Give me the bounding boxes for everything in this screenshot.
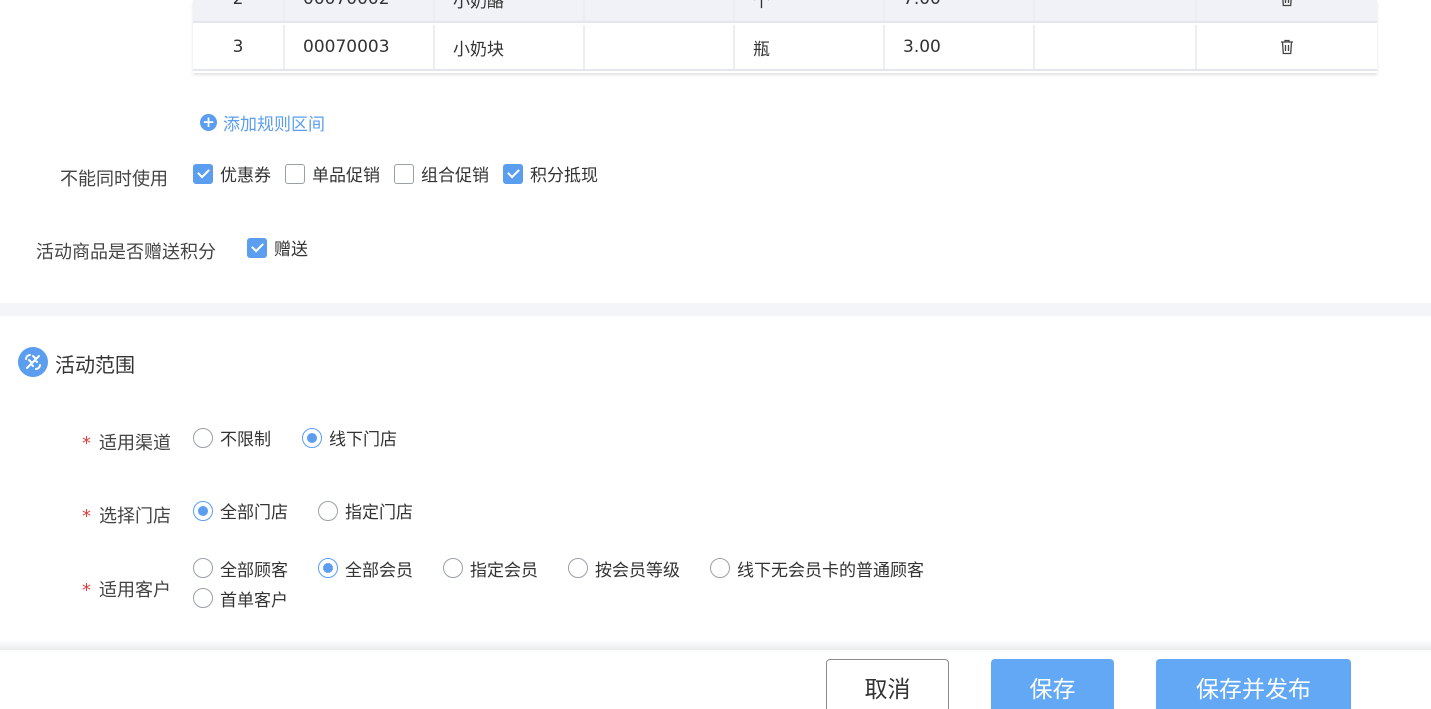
checkbox-points-cash[interactable]: 积分抵现: [503, 161, 598, 186]
radio-label: 按会员等级: [595, 560, 680, 581]
radio-label: 线下门店: [329, 430, 397, 450]
customer-label-text: 适用客户: [99, 580, 171, 601]
radio-specific-store[interactable]: 指定门店: [318, 498, 413, 523]
required-mark: *: [82, 433, 91, 454]
store-label: * 选择门店: [82, 502, 171, 528]
channel-label-text: 适用渠道: [99, 433, 171, 454]
trash-icon: [1282, 0, 1292, 7]
checkbox-label: 单品促销: [312, 166, 380, 186]
delete-row-button[interactable]: [1197, 25, 1377, 69]
radio-offline-non-member[interactable]: 线下无会员卡的普通顾客: [710, 557, 924, 581]
exclusive-checkbox-group: 优惠券 单品促销 组合促销 积分抵现: [193, 161, 612, 186]
points-label: 活动商品是否赠送积分: [36, 242, 216, 263]
rules-table: 2 00070002 小奶酪 个 7.00 3 00070003 小奶块 瓶 3…: [193, 0, 1377, 73]
row-code: 00070003: [285, 25, 435, 69]
row-empty-cell: [1035, 25, 1197, 69]
row-empty-cell: [1035, 0, 1197, 21]
row-price: 3.00: [885, 25, 1035, 69]
checkbox-label: 组合促销: [421, 166, 489, 186]
radio-unlimited[interactable]: 不限制: [193, 425, 271, 450]
channel-label: * 适用渠道: [82, 429, 171, 455]
section-divider: [0, 303, 1431, 316]
customer-label: * 适用客户: [82, 576, 171, 602]
checkbox-label: 赠送: [274, 240, 308, 260]
row-empty-cell: [585, 0, 735, 21]
channel-radio-group: 不限制 线下门店: [193, 425, 397, 450]
radio-specific-members[interactable]: 指定会员: [443, 557, 538, 581]
radio-label: 全部顾客: [220, 560, 288, 581]
required-mark: *: [82, 506, 91, 527]
add-rule-link[interactable]: + 添加规则区间: [200, 110, 325, 135]
radio-all-stores[interactable]: 全部门店: [193, 498, 288, 523]
radio-label: 指定会员: [470, 560, 538, 581]
checkbox-label: 积分抵现: [530, 166, 598, 186]
radio-label: 不限制: [220, 430, 271, 450]
radio-circle[interactable]: [443, 558, 463, 578]
radio-circle[interactable]: [318, 500, 338, 521]
radio-offline-store[interactable]: 线下门店: [302, 425, 397, 450]
row-index: 2: [193, 0, 285, 21]
radio-all-customers[interactable]: 全部顾客: [193, 557, 288, 581]
radio-label: 线下无会员卡的普通顾客: [737, 560, 924, 581]
table-row: 3 00070003 小奶块 瓶 3.00: [193, 25, 1377, 71]
row-empty-cell: [585, 25, 735, 69]
save-button[interactable]: 保存: [991, 659, 1114, 709]
plus-circle-icon: +: [200, 114, 217, 131]
checkbox-box[interactable]: [394, 163, 414, 184]
radio-first-order[interactable]: 首单客户: [193, 587, 288, 611]
exclusive-label: 不能同时使用: [60, 169, 168, 190]
radio-label: 全部会员: [345, 560, 413, 581]
customer-radio-group-row2: 首单客户: [193, 587, 288, 611]
save-and-publish-button[interactable]: 保存并发布: [1156, 659, 1351, 709]
cancel-button[interactable]: 取消: [826, 659, 949, 709]
radio-circle[interactable]: [193, 588, 213, 608]
row-index: 3: [193, 25, 285, 69]
radio-circle[interactable]: [193, 500, 213, 521]
trash-icon: [1281, 39, 1293, 55]
delete-row-button[interactable]: [1197, 0, 1377, 21]
row-name: 小奶酪: [435, 0, 585, 21]
radio-circle[interactable]: [193, 558, 213, 578]
checkbox-label: 优惠券: [220, 166, 271, 186]
radio-circle[interactable]: [318, 558, 338, 578]
table-row: 2 00070002 小奶酪 个 7.00: [193, 0, 1377, 23]
checkbox-coupon[interactable]: 优惠券: [193, 161, 271, 186]
radio-all-members[interactable]: 全部会员: [318, 557, 413, 581]
store-label-text: 选择门店: [99, 506, 171, 527]
required-mark: *: [82, 580, 91, 601]
row-unit: 个: [735, 0, 885, 21]
radio-circle[interactable]: [710, 558, 730, 578]
checkbox-gift-points[interactable]: 赠送: [247, 235, 308, 260]
radio-label: 全部门店: [220, 503, 288, 523]
checkbox-box[interactable]: [503, 163, 523, 184]
row-name: 小奶块: [435, 25, 585, 69]
store-radio-group: 全部门店 指定门店: [193, 498, 413, 523]
row-code: 00070002: [285, 0, 435, 21]
add-rule-label: 添加规则区间: [223, 115, 325, 135]
row-price: 7.00: [885, 0, 1035, 21]
radio-member-level[interactable]: 按会员等级: [568, 557, 680, 581]
checkbox-box[interactable]: [193, 163, 213, 184]
radio-label: 指定门店: [345, 503, 413, 523]
section-title: 活动范围: [55, 353, 135, 377]
radio-circle[interactable]: [568, 558, 588, 578]
footer-shadow: [0, 640, 1431, 650]
radio-circle[interactable]: [193, 427, 213, 448]
checkbox-box[interactable]: [247, 237, 267, 258]
radio-circle[interactable]: [302, 427, 322, 448]
checkbox-single-promo[interactable]: 单品促销: [285, 161, 380, 186]
radio-label: 首单客户: [220, 590, 288, 611]
scope-icon: [18, 347, 48, 377]
customer-radio-group: 全部顾客 全部会员 指定会员 按会员等级 线下无会员卡的普通顾客: [193, 557, 993, 581]
row-unit: 瓶: [735, 25, 885, 69]
checkbox-combo-promo[interactable]: 组合促销: [394, 161, 489, 186]
points-checkbox-group: 赠送: [247, 235, 322, 260]
checkbox-box[interactable]: [285, 163, 305, 184]
